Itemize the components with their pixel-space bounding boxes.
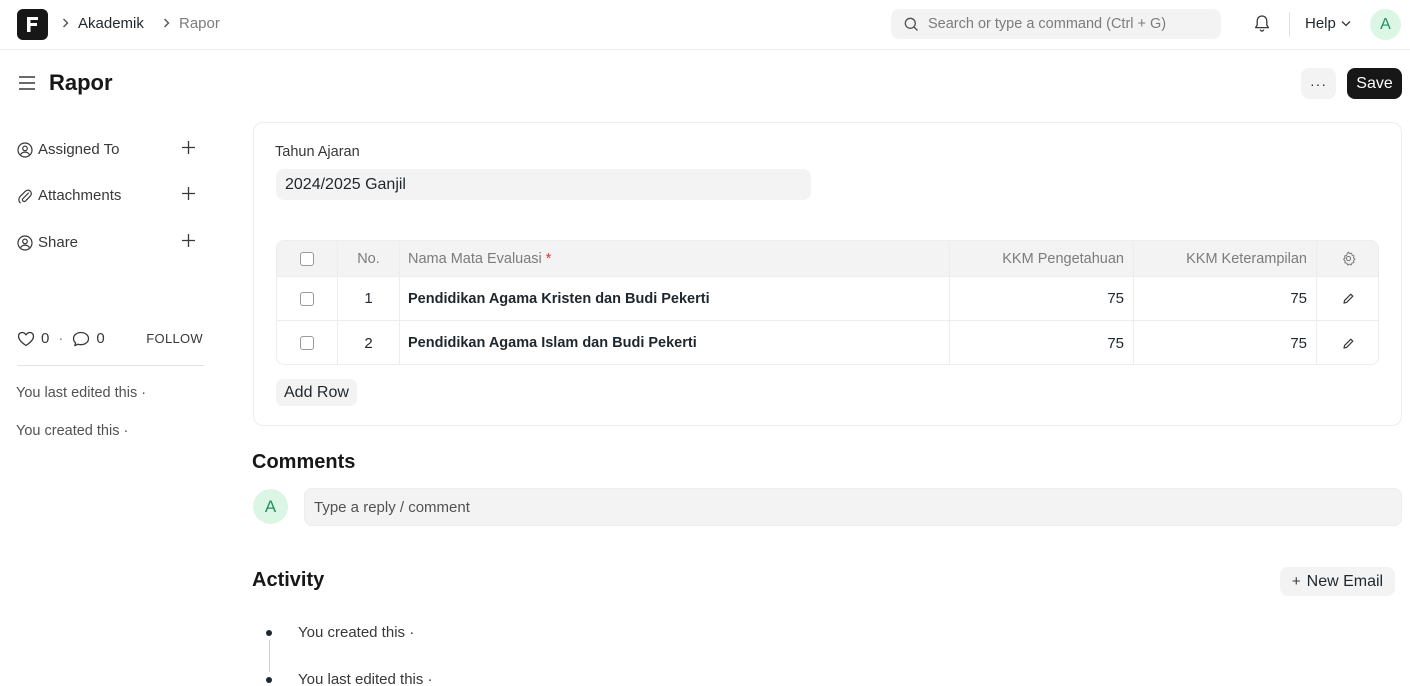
- gear-icon[interactable]: [1341, 251, 1356, 266]
- chevron-down-icon: [1341, 21, 1351, 27]
- save-label: Save: [1356, 74, 1393, 92]
- follow-button[interactable]: FOLLOW: [146, 331, 203, 346]
- sidebar-assigned-to[interactable]: Assigned To: [17, 141, 204, 158]
- sidebar-share[interactable]: Share: [17, 234, 204, 251]
- save-button[interactable]: Save: [1347, 68, 1402, 99]
- row-checkbox-cell: [277, 321, 338, 364]
- evaluation-table: No. Nama Mata Evaluasi * KKM Pengetahuan…: [276, 240, 1379, 365]
- sidebar-toggle-icon[interactable]: [18, 75, 36, 94]
- comment-icon[interactable]: [72, 331, 90, 347]
- add-assignee-plus-icon[interactable]: [181, 140, 196, 155]
- avatar-initial: A: [264, 496, 277, 516]
- user-avatar[interactable]: A: [1370, 9, 1401, 40]
- navbar: Akademik Rapor Help A: [0, 0, 1410, 50]
- add-share-plus-icon[interactable]: [181, 233, 196, 248]
- navbar-divider: [1289, 12, 1290, 37]
- timeline-dot: [266, 630, 272, 636]
- new-email-button[interactable]: + New Email: [1280, 567, 1395, 596]
- row-name[interactable]: Pendidikan Agama Kristen dan Budi Pekert…: [400, 277, 950, 320]
- timeline-line: [269, 640, 270, 672]
- chevron-right-icon: [163, 16, 170, 31]
- row-kkm-keterampilan[interactable]: 75: [1134, 321, 1317, 364]
- field-value: 2024/2025 Ganjil: [285, 175, 406, 193]
- avatar-initial: A: [1380, 15, 1391, 33]
- add-row-label: Add Row: [284, 383, 349, 401]
- last-edited-note: You last edited this ·: [16, 385, 147, 401]
- header-name-label: Nama Mata Evaluasi: [408, 250, 542, 267]
- comment-input[interactable]: [314, 498, 1384, 516]
- help-label: Help: [1305, 15, 1336, 32]
- tahun-ajaran-field[interactable]: 2024/2025 Ganjil: [276, 169, 811, 200]
- add-attachment-plus-icon[interactable]: [181, 186, 196, 201]
- notifications-bell-icon[interactable]: [1253, 14, 1271, 36]
- row-kkm-pengetahuan[interactable]: 75: [950, 277, 1134, 320]
- frappe-logo-icon: [27, 17, 38, 32]
- user-check-icon: [17, 141, 33, 158]
- search-bar[interactable]: [891, 9, 1221, 39]
- row-no: 2: [338, 321, 400, 364]
- header-checkbox-cell: [277, 241, 338, 276]
- timeline-dot: [266, 677, 272, 683]
- edit-pencil-icon[interactable]: [1342, 337, 1355, 350]
- breadcrumb-label: Akademik: [78, 15, 144, 32]
- row-edit-cell: [1317, 321, 1378, 364]
- header-name: Nama Mata Evaluasi *: [400, 241, 950, 276]
- share-user-icon: [17, 234, 33, 251]
- field-label-tahun-ajaran: Tahun Ajaran: [275, 144, 360, 160]
- sidebar-engagement: 0 · 0 FOLLOW: [17, 330, 204, 347]
- edit-pencil-icon[interactable]: [1342, 292, 1355, 305]
- activity-entry: You last edited this ·: [298, 671, 433, 686]
- breadcrumb-label: Rapor: [179, 15, 220, 32]
- comments-count: 0: [96, 330, 105, 347]
- activity-entry: You created this ·: [298, 624, 415, 641]
- select-all-checkbox[interactable]: [300, 251, 314, 266]
- table-row[interactable]: 1 Pendidikan Agama Kristen dan Budi Peke…: [277, 277, 1378, 321]
- required-mark: *: [545, 250, 552, 267]
- row-checkbox[interactable]: [300, 336, 314, 350]
- app-logo[interactable]: [17, 9, 48, 40]
- row-checkbox[interactable]: [300, 291, 314, 306]
- table-header-row: No. Nama Mata Evaluasi * KKM Pengetahuan…: [277, 241, 1378, 277]
- sidebar-attachments[interactable]: Attachments: [17, 187, 204, 204]
- row-no: 1: [338, 277, 400, 320]
- plus-icon: +: [1291, 573, 1301, 590]
- page-title: Rapor: [49, 70, 113, 95]
- more-actions-button[interactable]: ···: [1301, 68, 1336, 99]
- header-kkm-keterampilan: KKM Keterampilan: [1134, 241, 1317, 276]
- row-name[interactable]: Pendidikan Agama Islam dan Budi Pekerti: [400, 321, 950, 364]
- add-row-button[interactable]: Add Row: [276, 379, 357, 406]
- activity-heading: Activity: [252, 569, 325, 591]
- likes-count: 0: [41, 330, 50, 347]
- search-icon: [904, 17, 918, 31]
- sidebar-item-label: Share: [38, 234, 79, 251]
- separator-dot: ·: [58, 330, 64, 347]
- row-checkbox-cell: [277, 277, 338, 320]
- help-dropdown[interactable]: Help: [1305, 15, 1351, 32]
- row-kkm-pengetahuan[interactable]: 75: [950, 321, 1134, 364]
- sidebar-item-label: Assigned To: [38, 141, 120, 158]
- chevron-right-icon: [62, 16, 69, 31]
- comment-box[interactable]: [304, 488, 1402, 526]
- header-settings-cell: [1317, 241, 1378, 276]
- table-row[interactable]: 2 Pendidikan Agama Islam dan Budi Pekert…: [277, 321, 1378, 364]
- row-kkm-keterampilan[interactable]: 75: [1134, 277, 1317, 320]
- created-note: You created this ·: [16, 423, 129, 439]
- sidebar-divider: [17, 365, 204, 366]
- heart-icon[interactable]: [17, 331, 35, 347]
- paperclip-icon: [18, 189, 32, 203]
- comment-avatar: A: [253, 489, 288, 524]
- new-email-label: New Email: [1306, 572, 1384, 590]
- row-edit-cell: [1317, 277, 1378, 320]
- sidebar-item-label: Attachments: [38, 187, 122, 204]
- search-input[interactable]: [928, 16, 1208, 32]
- header-no: No.: [338, 241, 400, 276]
- comments-heading: Comments: [252, 451, 356, 473]
- breadcrumb-akademik[interactable]: Akademik: [62, 15, 144, 32]
- breadcrumb-rapor[interactable]: Rapor: [163, 15, 220, 32]
- more-icon: ···: [1310, 75, 1327, 92]
- header-kkm-pengetahuan: KKM Pengetahuan: [950, 241, 1134, 276]
